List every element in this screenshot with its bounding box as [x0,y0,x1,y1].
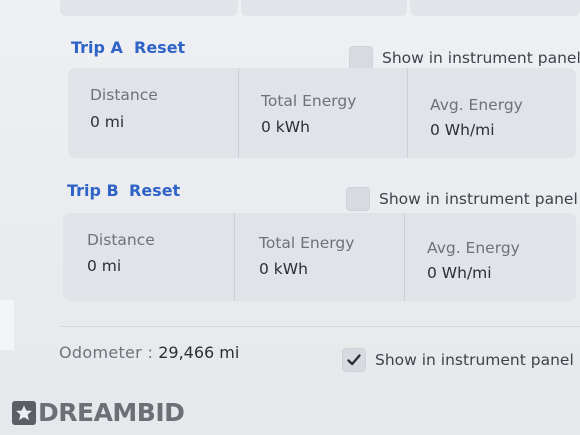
odometer-row: Odometer : 29,466 mi [59,343,239,362]
trip-b-show-in-panel-toggle[interactable]: Show in instrument panel [346,185,578,213]
odometer-value: 29,466 mi [158,343,240,362]
star-icon [12,400,36,425]
previous-section-cells [60,0,580,16]
trip-b-avg-energy: Avg. Energy 0 Wh/mi [404,213,576,301]
trip-a-distance: Distance 0 mi [68,68,238,158]
stat-label: Avg. Energy [427,239,520,257]
odometer-show-label: Show in instrument panel [375,351,574,369]
stat-value: 0 kWh [261,118,310,136]
trip-a-stats: Distance 0 mi Total Energy 0 kWh Avg. En… [68,68,576,158]
stat-label: Total Energy [261,92,357,110]
trip-b-title: Trip B [67,181,119,200]
trip-a-checkbox[interactable] [349,46,373,70]
trip-b-distance: Distance 0 mi [63,213,234,301]
trip-b-show-label: Show in instrument panel [379,190,578,208]
odometer-show-in-panel-toggle[interactable]: Show in instrument panel [342,346,574,374]
trip-a-reset-button[interactable]: Reset [134,38,185,57]
odometer-label: Odometer : [59,343,154,362]
dreambid-watermark: DREAMBID [12,398,185,427]
trip-a-title: Trip A [71,38,123,57]
stat-value: 0 Wh/mi [430,121,495,139]
stat-value: 0 Wh/mi [427,264,492,282]
stat-value: 0 mi [90,113,125,131]
trip-b-header: Trip B Reset Show in instrument panel [0,177,580,211]
trip-b-reset-button[interactable]: Reset [129,181,180,200]
odometer-checkbox[interactable] [342,348,366,372]
stat-label: Avg. Energy [430,96,523,114]
stat-label: Total Energy [259,234,355,252]
stat-label: Distance [90,86,158,104]
left-edge-highlight [0,300,14,350]
trip-b-checkbox[interactable] [346,187,370,211]
watermark-text: DREAMBID [38,398,185,427]
trip-b-total-energy: Total Energy 0 kWh [234,213,405,301]
stat-value: 0 kWh [259,260,308,278]
stat-label: Distance [87,231,155,249]
section-divider [60,326,580,327]
stat-value: 0 mi [87,257,122,275]
trip-a-header: Trip A Reset Show in instrument panel [0,34,580,70]
checkmark-icon [347,354,361,366]
trip-a-avg-energy: Avg. Energy 0 Wh/mi [407,68,576,158]
trip-a-show-label: Show in instrument panel [382,49,580,67]
trip-a-total-energy: Total Energy 0 kWh [238,68,408,158]
trips-settings-panel: Trip A Reset Show in instrument panel Di… [0,0,580,435]
trip-b-stats: Distance 0 mi Total Energy 0 kWh Avg. En… [63,213,576,301]
